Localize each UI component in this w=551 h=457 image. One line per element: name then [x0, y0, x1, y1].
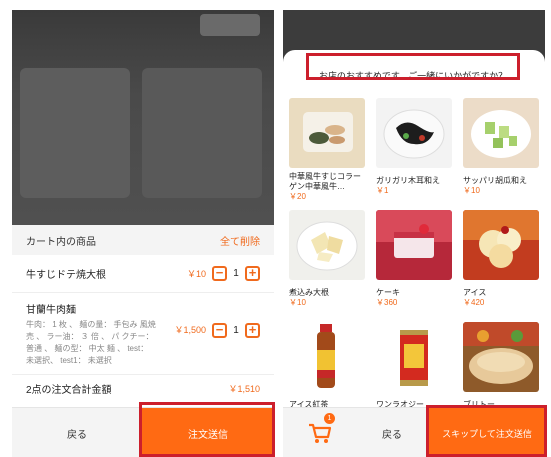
- product-name: アイス: [463, 288, 487, 297]
- highlight-box: [426, 405, 547, 457]
- daikon-image: [289, 210, 365, 280]
- cart-title: カート内の商品: [26, 236, 96, 248]
- beef-dish-image: [289, 98, 365, 168]
- product-name: ケーキ: [376, 288, 400, 297]
- item-options: 牛肉： 1 枚 、 麺の量： 手包み 風焼売 、 ラー油： ３ 倍 、 パ クチ…: [26, 320, 156, 365]
- product-card[interactable]: ケーキ ￥360: [376, 210, 452, 308]
- clear-all-button[interactable]: 全て削除: [220, 233, 260, 248]
- quantity-value: 1: [233, 268, 239, 279]
- product-name: 煮込み大根: [289, 288, 329, 297]
- product-card[interactable]: ワンラオジー: [376, 322, 452, 410]
- product-card[interactable]: アイス ￥420: [463, 210, 539, 308]
- can-image: [376, 322, 452, 392]
- product-card[interactable]: 煮込み大根 ￥10: [289, 210, 365, 308]
- product-card[interactable]: ガリガリ木耳和え ￥1: [376, 98, 452, 196]
- cart-count-badge: 1: [324, 413, 335, 424]
- product-price: ￥20: [289, 192, 306, 201]
- ice-cream-image: [463, 210, 539, 280]
- wood-ear-image: [376, 98, 452, 168]
- highlight-box: [139, 402, 275, 457]
- cart-header: カート内の商品 全て削除: [12, 225, 274, 255]
- plus-button[interactable]: +: [245, 266, 260, 281]
- highlight-box: [306, 53, 520, 80]
- product-price: ￥420: [463, 298, 485, 307]
- quantity-value: 1: [233, 325, 239, 336]
- product-card[interactable]: 中華風牛すじコラーゲン中華風牛… ￥20: [289, 98, 365, 202]
- product-name: 中華風牛すじコラーゲン中華風牛…: [289, 172, 361, 191]
- item-price: ￥10: [186, 269, 206, 279]
- product-price: ￥10: [463, 186, 480, 195]
- cucumber-image: [463, 98, 539, 168]
- tea-bottle-image: [289, 322, 365, 392]
- minus-button[interactable]: −: [212, 266, 227, 281]
- cart-screen: カート内の商品 全て削除 牛すじドテ焼大根 ￥10 − 1 + 甘蘭牛肉麺 牛肉…: [12, 10, 274, 457]
- product-card[interactable]: サッパリ胡瓜和え ￥10: [463, 98, 539, 196]
- plus-button[interactable]: +: [245, 323, 260, 338]
- order-total: 2点の注文合計金額 ￥1,510: [12, 375, 274, 401]
- cake-image: [376, 210, 452, 280]
- item-price: ￥1,500: [174, 325, 206, 335]
- product-name: サッパリ胡瓜和え: [463, 176, 527, 185]
- product-card[interactable]: ブリトー: [463, 322, 539, 410]
- product-price: ￥1: [376, 186, 389, 195]
- product-card[interactable]: アイス紅茶: [289, 322, 365, 410]
- recommendation-sheet: お店のおすすめです、ご一緒にいかがですか？ 中華風牛すじコラーゲン中華風牛… ￥…: [283, 50, 545, 457]
- product-price: ￥360: [376, 298, 398, 307]
- product-price: ￥10: [289, 298, 306, 307]
- item-name: 牛すじドテ焼大根: [26, 270, 106, 281]
- minus-button[interactable]: −: [212, 323, 227, 338]
- back-button[interactable]: 戻る: [357, 408, 427, 457]
- total-label: 2点の注文合計金額: [26, 384, 112, 396]
- total-price: ￥1,510: [228, 383, 260, 394]
- cart-item: 牛すじドテ焼大根 ￥10 − 1 +: [12, 255, 274, 293]
- cart-item: 甘蘭牛肉麺 牛肉： 1 枚 、 麺の量： 手包み 風焼売 、 ラー油： ３ 倍 …: [12, 293, 274, 375]
- burrito-image: [463, 322, 539, 392]
- quantity-stepper: − 1 +: [212, 266, 260, 281]
- blurred-background: [12, 10, 274, 225]
- cart-panel: カート内の商品 全て削除 牛すじドテ焼大根 ￥10 − 1 + 甘蘭牛肉麺 牛肉…: [12, 225, 274, 407]
- product-name: ガリガリ木耳和え: [376, 176, 440, 185]
- back-button[interactable]: 戻る: [12, 408, 142, 457]
- item-name: 甘蘭牛肉麺: [26, 305, 76, 316]
- quantity-stepper: − 1 +: [212, 323, 260, 338]
